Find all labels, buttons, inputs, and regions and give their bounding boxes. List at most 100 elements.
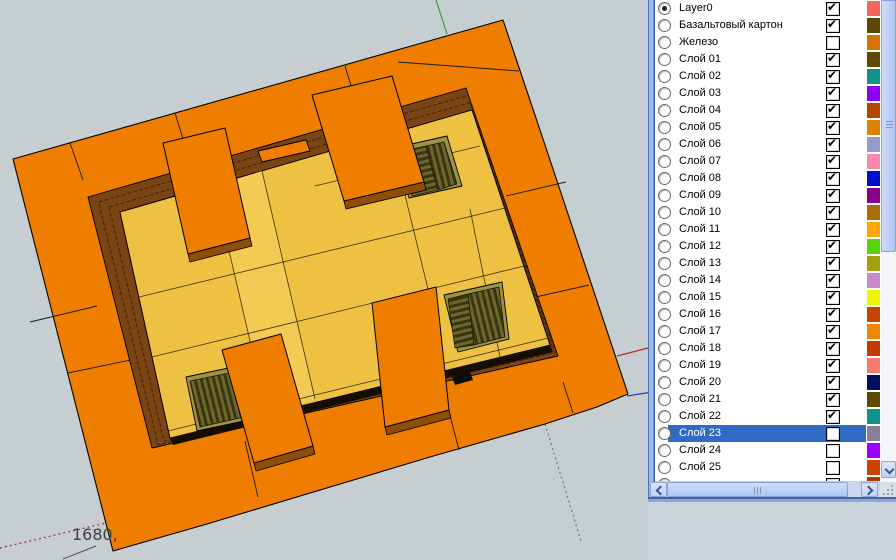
layer-color-swatch[interactable] — [867, 358, 880, 373]
active-layer-radio[interactable] — [658, 155, 671, 168]
active-layer-radio[interactable] — [658, 87, 671, 100]
visibility-checkbox[interactable]: ✔ — [826, 121, 840, 135]
scroll-down-button[interactable] — [881, 461, 896, 478]
layer-row[interactable]: Слой 16 ✔ — [655, 306, 881, 323]
active-layer-radio[interactable] — [658, 223, 671, 236]
layer-row[interactable]: Слой 23 ✔ — [655, 425, 881, 442]
layer-color-swatch[interactable] — [867, 443, 880, 458]
visibility-checkbox[interactable]: ✔ — [826, 393, 840, 407]
visibility-checkbox[interactable]: ✔ — [826, 325, 840, 339]
active-layer-radio[interactable] — [658, 138, 671, 151]
scroll-left-button[interactable] — [650, 482, 667, 497]
layer-color-swatch[interactable] — [867, 477, 880, 481]
layer-color-swatch[interactable] — [867, 375, 880, 390]
active-layer-radio[interactable] — [658, 172, 671, 185]
active-layer-radio[interactable] — [658, 206, 671, 219]
visibility-checkbox[interactable]: ✔ — [826, 138, 840, 152]
layer-color-swatch[interactable] — [867, 409, 880, 424]
visibility-checkbox[interactable]: ✔ — [826, 257, 840, 271]
layer-color-swatch[interactable] — [867, 18, 880, 33]
layer-color-swatch[interactable] — [867, 154, 880, 169]
active-layer-radio[interactable] — [658, 376, 671, 389]
layer-row[interactable]: Слой 07 ✔ — [655, 153, 881, 170]
active-layer-radio[interactable] — [658, 19, 671, 32]
layer-row[interactable]: Слой 21 ✔ — [655, 391, 881, 408]
visibility-checkbox[interactable]: ✔ — [826, 291, 840, 305]
active-layer-radio[interactable] — [658, 308, 671, 321]
visibility-checkbox[interactable]: ✔ — [826, 444, 840, 458]
active-layer-radio[interactable] — [658, 359, 671, 372]
visibility-checkbox[interactable]: ✔ — [826, 240, 840, 254]
layer-color-swatch[interactable] — [867, 188, 880, 203]
active-layer-radio[interactable] — [658, 393, 671, 406]
layer-color-swatch[interactable] — [867, 426, 880, 441]
active-layer-radio[interactable] — [658, 70, 671, 83]
visibility-checkbox[interactable]: ✔ — [826, 376, 840, 390]
layer-row[interactable]: Слой 18 ✔ — [655, 340, 881, 357]
resize-grip[interactable] — [880, 482, 896, 497]
layer-row[interactable]: Слой 11 ✔ — [655, 221, 881, 238]
layer-color-swatch[interactable] — [867, 120, 880, 135]
active-layer-radio[interactable] — [658, 410, 671, 423]
active-layer-radio[interactable] — [658, 274, 671, 287]
layer-row[interactable]: Слой 25 ✔ — [655, 459, 881, 476]
layer-color-swatch[interactable] — [867, 52, 880, 67]
layer-row[interactable]: Слой 05 ✔ — [655, 119, 881, 136]
layer-row[interactable]: Слой 17 ✔ — [655, 323, 881, 340]
active-layer-radio[interactable] — [658, 325, 671, 338]
visibility-checkbox[interactable]: ✔ — [826, 427, 840, 441]
active-layer-radio[interactable] — [658, 2, 671, 15]
layer-color-swatch[interactable] — [867, 222, 880, 237]
visibility-checkbox[interactable]: ✔ — [826, 155, 840, 169]
active-layer-radio[interactable] — [658, 121, 671, 134]
layer-row[interactable]: Layer0 ✔ — [655, 0, 881, 17]
layer-row[interactable]: Базальтовый картон ✔ — [655, 17, 881, 34]
layer-row[interactable]: Слой 06 ✔ — [655, 136, 881, 153]
visibility-checkbox[interactable]: ✔ — [826, 274, 840, 288]
layer-color-swatch[interactable] — [867, 307, 880, 322]
visibility-checkbox[interactable]: ✔ — [826, 189, 840, 203]
visibility-checkbox[interactable]: ✔ — [826, 70, 840, 84]
layer-color-swatch[interactable] — [867, 205, 880, 220]
scroll-right-button[interactable] — [861, 482, 878, 497]
layer-color-swatch[interactable] — [867, 273, 880, 288]
layer-color-swatch[interactable] — [867, 392, 880, 407]
layer-row[interactable]: Слой 04 ✔ — [655, 102, 881, 119]
layer-color-swatch[interactable] — [867, 256, 880, 271]
layer-row[interactable]: Слой 24 ✔ — [655, 442, 881, 459]
layer-color-swatch[interactable] — [867, 324, 880, 339]
layer-row[interactable]: Слой 15 ✔ — [655, 289, 881, 306]
layer-row[interactable]: Слой 09 ✔ — [655, 187, 881, 204]
visibility-checkbox[interactable]: ✔ — [826, 342, 840, 356]
layer-color-swatch[interactable] — [867, 86, 880, 101]
layer-row[interactable]: Слой 10 ✔ — [655, 204, 881, 221]
layer-row[interactable]: Слой 03 ✔ — [655, 85, 881, 102]
active-layer-radio[interactable] — [658, 291, 671, 304]
layer-row[interactable]: Слой 13 ✔ — [655, 255, 881, 272]
layer-color-swatch[interactable] — [867, 103, 880, 118]
visibility-checkbox[interactable]: ✔ — [826, 172, 840, 186]
horizontal-scrollbar[interactable] — [650, 482, 880, 497]
visibility-checkbox[interactable]: ✔ — [826, 478, 840, 481]
layer-color-swatch[interactable] — [867, 1, 880, 16]
active-layer-radio[interactable] — [658, 257, 671, 270]
layer-color-swatch[interactable] — [867, 460, 880, 475]
visibility-checkbox[interactable]: ✔ — [826, 53, 840, 67]
visibility-checkbox[interactable]: ✔ — [826, 461, 840, 475]
horizontal-scrollbar-thumb[interactable] — [667, 482, 848, 497]
layer-color-swatch[interactable] — [867, 137, 880, 152]
layer-row[interactable]: ✔ — [655, 476, 881, 481]
active-layer-radio[interactable] — [658, 104, 671, 117]
visibility-checkbox[interactable]: ✔ — [826, 2, 840, 16]
visibility-checkbox[interactable]: ✔ — [826, 87, 840, 101]
layer-color-swatch[interactable] — [867, 290, 880, 305]
vertical-scrollbar-thumb[interactable] — [881, 0, 896, 252]
vertical-scrollbar[interactable] — [881, 0, 896, 482]
layer-color-swatch[interactable] — [867, 171, 880, 186]
layer-row[interactable]: Слой 02 ✔ — [655, 68, 881, 85]
visibility-checkbox[interactable]: ✔ — [826, 359, 840, 373]
active-layer-radio[interactable] — [658, 240, 671, 253]
layer-row[interactable]: Слой 19 ✔ — [655, 357, 881, 374]
layer-color-swatch[interactable] — [867, 341, 880, 356]
layer-list[interactable]: Layer0 ✔ Базальтовый картон ✔ Железо ✔ С… — [655, 0, 881, 481]
